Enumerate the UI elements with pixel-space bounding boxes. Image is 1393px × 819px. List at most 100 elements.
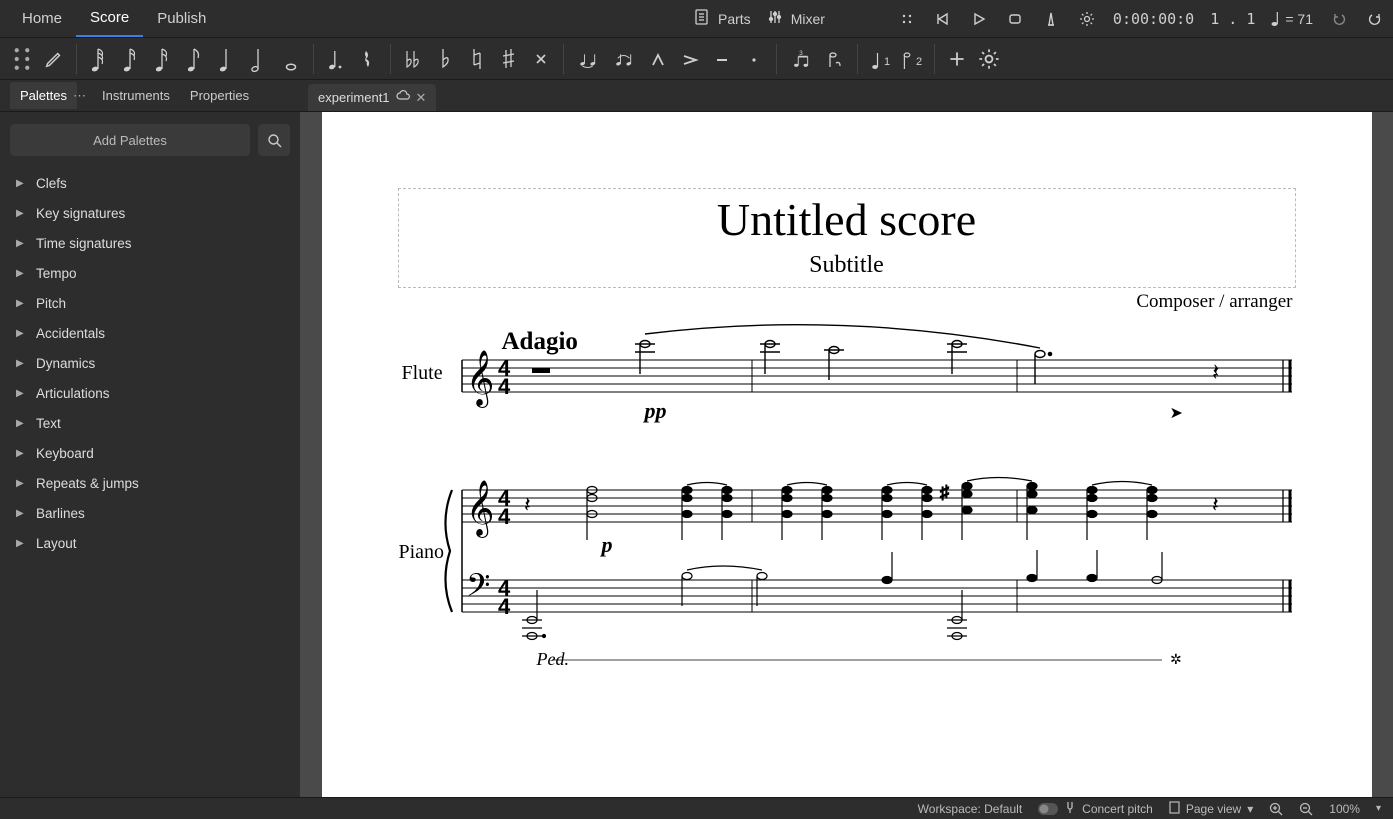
marcato-button[interactable]: [642, 43, 674, 75]
mixer-label: Mixer: [791, 11, 825, 27]
palette-item-text[interactable]: ▶Text: [10, 408, 290, 438]
note-16th-button[interactable]: [147, 43, 179, 75]
double-sharp-button[interactable]: [525, 43, 557, 75]
svg-text:♯: ♯: [940, 482, 949, 502]
voice-1-button[interactable]: 1: [864, 43, 896, 75]
svg-text:𝄞: 𝄞: [466, 481, 494, 538]
workspace-label[interactable]: Workspace: Default: [918, 802, 1023, 816]
main-area: Add Palettes ▶Clefs ▶Key signatures ▶Tim…: [0, 112, 1393, 797]
add-button[interactable]: [941, 43, 973, 75]
tab-home[interactable]: Home: [8, 0, 76, 37]
mixer-button[interactable]: Mixer: [767, 9, 825, 28]
palette-item-articulations[interactable]: ▶Articulations: [10, 378, 290, 408]
palettes-menu-icon[interactable]: ⋯: [73, 88, 86, 104]
palette-label: Clefs: [36, 176, 67, 191]
staccato-button[interactable]: [738, 43, 770, 75]
accent-button[interactable]: [674, 43, 706, 75]
natural-button[interactable]: [461, 43, 493, 75]
add-palettes-button[interactable]: Add Palettes: [10, 124, 250, 156]
palette-item-timesig[interactable]: ▶Time signatures: [10, 228, 290, 258]
slur-button[interactable]: [606, 43, 642, 75]
palette-item-tempo[interactable]: ▶Tempo: [10, 258, 290, 288]
panel-tab-palettes[interactable]: Palettes: [10, 82, 77, 109]
chevron-right-icon: ▶: [16, 448, 26, 459]
drag-handle-icon[interactable]: [6, 43, 38, 75]
palette-label: Dynamics: [36, 356, 95, 371]
palette-item-accidentals[interactable]: ▶Accidentals: [10, 318, 290, 348]
note-32nd-button[interactable]: [115, 43, 147, 75]
chevron-down-icon[interactable]: ▾: [1376, 803, 1381, 814]
palette-item-keysig[interactable]: ▶Key signatures: [10, 198, 290, 228]
note-half-button[interactable]: [243, 43, 275, 75]
palette-item-dynamics[interactable]: ▶ Dynamics: [10, 348, 290, 378]
parts-button[interactable]: Parts: [694, 9, 751, 28]
zoom-level[interactable]: 100%: [1329, 802, 1360, 816]
tab-publish[interactable]: Publish: [143, 0, 220, 37]
dot-button[interactable]: [320, 43, 352, 75]
voice-2-button[interactable]: 2: [896, 43, 928, 75]
playback-beat: 1 . 1: [1210, 10, 1255, 28]
grip-icon[interactable]: [897, 9, 917, 29]
zoom-in-button[interactable]: [1269, 802, 1283, 816]
svg-text:𝄽: 𝄽: [1212, 359, 1219, 386]
settings-button[interactable]: [1077, 9, 1097, 29]
chevron-right-icon: ▶: [16, 358, 26, 369]
double-flat-button[interactable]: [397, 43, 429, 75]
svg-text:1: 1: [884, 56, 890, 68]
svg-text:2: 2: [916, 56, 922, 68]
palette-label: Layout: [36, 536, 77, 551]
flip-stem-button[interactable]: [819, 43, 851, 75]
panel-tab-properties[interactable]: Properties: [180, 82, 259, 109]
secondary-row: Palettes ⋯ Instruments Properties experi…: [0, 80, 1393, 112]
chevron-right-icon: ▶: [16, 538, 26, 549]
palette-item-barlines[interactable]: ▶Barlines: [10, 498, 290, 528]
parts-icon: [694, 9, 710, 28]
close-tab-icon[interactable]: ✕: [416, 90, 427, 106]
play-button[interactable]: [969, 9, 989, 29]
score-composer[interactable]: Composer / arranger: [1136, 291, 1292, 313]
rest-button[interactable]: [352, 43, 384, 75]
note-toolbar: 3 1 2: [0, 38, 1393, 80]
search-icon: [267, 133, 282, 148]
document-tab[interactable]: experiment1 ✕: [308, 84, 436, 111]
note-8th-button[interactable]: [179, 43, 211, 75]
tenuto-button[interactable]: [706, 43, 738, 75]
zoom-out-button[interactable]: [1299, 802, 1313, 816]
tuplet-button[interactable]: 3: [783, 43, 819, 75]
score-canvas[interactable]: Untitled score Subtitle Composer / arran…: [300, 112, 1393, 797]
panel-tab-instruments[interactable]: Instruments: [92, 82, 180, 109]
toolbar-settings-icon[interactable]: [973, 43, 1005, 75]
page-view-selector[interactable]: Page view ▾: [1169, 801, 1253, 817]
palette-item-layout[interactable]: ▶ Layout: [10, 528, 290, 558]
palette-item-keyboard[interactable]: ▶Keyboard: [10, 438, 290, 468]
palette-item-pitch[interactable]: ▶Pitch: [10, 288, 290, 318]
note-64th-button[interactable]: [83, 43, 115, 75]
redo-button[interactable]: [1365, 9, 1385, 29]
undo-button[interactable]: [1329, 9, 1349, 29]
note-quarter-button[interactable]: [211, 43, 243, 75]
edit-pencil-icon[interactable]: [38, 43, 70, 75]
concert-pitch-toggle[interactable]: Concert pitch: [1038, 800, 1153, 817]
tab-score[interactable]: Score: [76, 0, 143, 37]
score-title[interactable]: Untitled score: [403, 193, 1291, 246]
tie-button[interactable]: [570, 43, 606, 75]
svg-text:𝄞: 𝄞: [466, 351, 494, 408]
toggle-icon: [1038, 803, 1058, 815]
document-tab-label: experiment1: [318, 90, 390, 105]
search-palettes-button[interactable]: [258, 124, 290, 156]
score-subtitle[interactable]: Subtitle: [403, 252, 1291, 279]
metronome-button[interactable]: [1041, 9, 1061, 29]
flat-button[interactable]: [429, 43, 461, 75]
palettes-sidebar: Add Palettes ▶Clefs ▶Key signatures ▶Tim…: [0, 112, 300, 797]
title-frame[interactable]: Untitled score Subtitle Composer / arran…: [398, 188, 1296, 288]
note-whole-button[interactable]: [275, 43, 307, 75]
svg-text:4: 4: [498, 594, 511, 619]
palette-item-clefs[interactable]: ▶Clefs: [10, 168, 290, 198]
palette-item-repeats[interactable]: ▶Repeats & jumps: [10, 468, 290, 498]
sharp-button[interactable]: [493, 43, 525, 75]
score-notation[interactable]: 𝄞 4 4: [392, 340, 1302, 680]
svg-text:✲: ✲: [1170, 651, 1182, 667]
loop-button[interactable]: [1005, 9, 1025, 29]
score-page[interactable]: Untitled score Subtitle Composer / arran…: [322, 112, 1372, 797]
rewind-button[interactable]: [933, 9, 953, 29]
